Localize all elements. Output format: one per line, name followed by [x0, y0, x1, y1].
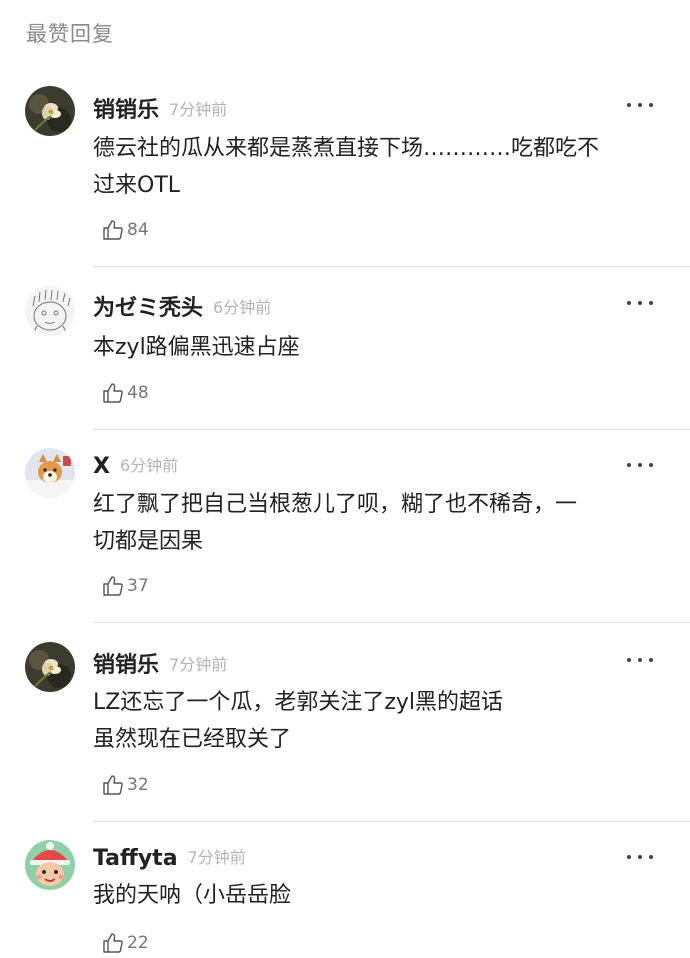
comment-text: LZ还忘了一个瓜，老郭关注了zyl黑的超话 虽然现在已经取关了 — [93, 690, 504, 752]
username[interactable]: Taffyta 7分钟前 — [93, 844, 246, 871]
username[interactable]: 销销乐 7分钟前 — [93, 647, 227, 679]
comment-time: 7分钟前 — [187, 848, 246, 867]
comment-text: 我的天呐（小岳岳脸 — [93, 883, 292, 908]
thumbs-up-icon — [103, 933, 123, 953]
more-dots-icon[interactable] — [627, 655, 655, 665]
comment-time: 6分钟前 — [213, 298, 272, 317]
username[interactable]: 销销乐 7分钟前 — [93, 92, 227, 124]
comment-time: 6分钟前 — [119, 456, 179, 475]
thumbs-up-icon — [103, 220, 123, 240]
username-text[interactable]: 销销乐 — [93, 653, 159, 678]
thumbs-up-icon — [103, 775, 123, 795]
divider — [93, 622, 690, 623]
username-text[interactable]: Taffyta — [93, 846, 178, 871]
comment-text: 德云社的瓜从来都是蒸煮直接下场…………吃都吃不 过来OTL — [93, 136, 600, 198]
thumbs-up-icon — [103, 576, 123, 596]
avatar-flower-image — [25, 642, 75, 692]
avatar[interactable] — [25, 840, 75, 890]
avatar[interactable] — [25, 86, 75, 136]
divider — [93, 266, 690, 267]
avatar[interactable] — [25, 286, 75, 336]
like-button[interactable]: 48 — [101, 380, 149, 406]
comment-time: 7分钟前 — [169, 655, 228, 674]
like-count: 32 — [127, 775, 149, 795]
avatar-cartoon-image — [25, 840, 75, 890]
divider — [93, 429, 690, 430]
like-count: 37 — [127, 576, 149, 596]
more-dots-icon[interactable] — [627, 100, 655, 110]
username-text[interactable]: 销销乐 — [93, 98, 159, 123]
section-title: 最赞回复 — [26, 22, 114, 46]
more-dots-icon[interactable] — [627, 298, 655, 308]
avatar-flower-image — [25, 86, 75, 136]
username-text[interactable]: 为ゼミ秃头 — [93, 296, 203, 321]
like-button[interactable]: 84 — [101, 217, 149, 243]
like-button[interactable]: 37 — [101, 573, 149, 599]
comment-text: 红了飘了把自己当根葱儿了呗，糊了也不稀奇，一 切都是因果 — [93, 492, 578, 554]
comment-text: 本zyl路偏黑迅速占座 — [93, 335, 300, 360]
username-text[interactable]: X — [93, 454, 110, 479]
like-count: 48 — [127, 383, 149, 403]
like-count: 84 — [127, 220, 149, 240]
avatar-sketch-image — [25, 286, 75, 336]
like-button[interactable]: 32 — [101, 772, 149, 798]
username[interactable]: X 6分钟前 — [93, 452, 178, 479]
avatar[interactable] — [25, 642, 75, 692]
divider — [93, 821, 690, 822]
more-dots-icon[interactable] — [627, 460, 655, 470]
thumbs-up-icon — [103, 383, 123, 403]
username[interactable]: 为ゼミ秃头 6分钟前 — [93, 290, 271, 322]
more-dots-icon[interactable] — [627, 852, 655, 862]
comment-time: 7分钟前 — [169, 100, 228, 119]
avatar[interactable] — [25, 448, 75, 498]
like-count: 22 — [127, 933, 149, 953]
like-button[interactable]: 22 — [101, 930, 149, 956]
avatar-shiba-image — [25, 448, 75, 498]
